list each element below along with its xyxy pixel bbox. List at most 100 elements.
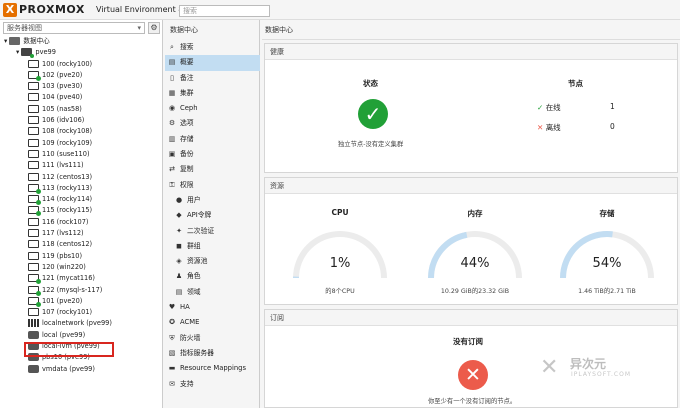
tree-item-label: 100 (rocky100) (42, 59, 93, 68)
nav-item[interactable]: ⌕ 搜索 (165, 40, 260, 55)
tree-item[interactable]: 100 (rocky100) (0, 59, 163, 70)
tree-item-label: localnetwork (pve99) (42, 319, 112, 328)
tree-item[interactable]: 104 (pve40) (0, 92, 163, 103)
tree-item[interactable]: 118 (centos12) (0, 239, 163, 250)
tree-item[interactable]: 102 (pve20) (0, 70, 163, 81)
tree-item-label: pve99 (35, 48, 56, 57)
tree-item[interactable]: 114 (rocky114) (0, 194, 163, 206)
offline-row: ✕ 离线 (537, 122, 561, 133)
nav-item[interactable]: ⚙ 选项 (165, 116, 260, 131)
tree-item[interactable]: 101 (pve20) (0, 296, 163, 307)
tree-item[interactable]: 113 (rocky113) (0, 183, 163, 194)
tree-item[interactable]: 107 (rocky101) (0, 307, 163, 318)
tree-item[interactable]: ▾ pve99 (0, 47, 163, 59)
tree-item-label: 112 (centos13) (42, 172, 93, 181)
ceph-icon: ◉ (168, 104, 176, 113)
book-icon: ▤ (168, 58, 176, 67)
online-count: 1 (610, 102, 615, 111)
nav-item[interactable]: ▤ 概要 (165, 55, 260, 71)
building-icon: ▤ (175, 287, 183, 296)
tree-item[interactable]: 120 (win220) (0, 262, 163, 273)
nav-item[interactable]: ▬ Resource Mappings (165, 361, 260, 376)
nav-item[interactable]: ◉ Ceph (165, 101, 260, 116)
nav-item-label: 指标服务器 (180, 348, 214, 357)
tree-item[interactable]: 119 (pbs10) (0, 251, 163, 262)
nav-item[interactable]: ▣ 备份 (165, 147, 260, 162)
tree-item[interactable]: 103 (pve30) (0, 81, 163, 92)
nav-item[interactable]: ▦ 集群 (165, 86, 260, 101)
gear-icon: ⚙ (168, 119, 176, 128)
group-icon: ◼ (176, 241, 182, 250)
tree-item[interactable]: 121 (mycat116) (0, 273, 163, 285)
chevron-down-icon: ▾ (137, 24, 141, 32)
view-select[interactable]: 服务器视图 ▾ (3, 22, 145, 34)
nav-item-label: Resource Mappings (180, 364, 247, 373)
gear-icon[interactable]: ⚙ (148, 22, 160, 34)
offline-label: 离线 (545, 123, 561, 132)
proxmox-x-icon: X (3, 2, 17, 17)
nav-item[interactable]: ◈ 资源池 (165, 254, 260, 269)
view-select-value: 服务器视图 (7, 24, 42, 32)
gauge-value: 44% (460, 256, 490, 271)
nav-list: ⌕ 搜索 ▤ 概要 ▯ 备注 ▦ 集群 ◉ Ceph ⚙ 选项 ▥ 存储 ▣ 备份 ⇄ 复制 ⚿ 权限 ● 用户 ◆ API令… (165, 40, 260, 392)
tree-item[interactable]: 117 (lvs112) (0, 228, 163, 239)
search-input[interactable]: 搜索 (179, 5, 270, 17)
nav-item[interactable]: ▧ 指标服务器 (165, 346, 260, 361)
vm-running-icon (28, 195, 41, 206)
tree-item[interactable]: 108 (rocky108) (0, 126, 163, 137)
nav-item[interactable]: ✦ 二次验证 (165, 224, 260, 239)
tree-item[interactable]: 112 (centos13) (0, 172, 163, 183)
resources-header: 资源 (265, 178, 677, 194)
nav-item-label: 角色 (187, 272, 201, 281)
tree-item[interactable]: local (pve99) (0, 330, 163, 341)
tree-item-label: 114 (rocky114) (42, 195, 93, 204)
online-label: 在线 (545, 103, 561, 112)
tree-item[interactable]: ▾ 数据中心 (0, 36, 163, 47)
nav-item[interactable]: ◼ 群组 (165, 239, 260, 254)
tree-item[interactable]: vmdata (pve99) (0, 364, 163, 375)
tree-item[interactable]: localnetwork (pve99) (0, 318, 163, 329)
gauge-title: CPU (331, 208, 349, 217)
nav-item[interactable]: ⚿ 权限 (165, 178, 260, 193)
gauge-title: 存储 (599, 209, 615, 218)
nav-item[interactable]: ♟ 角色 (165, 269, 260, 284)
nav-item-label: Ceph (180, 104, 198, 113)
tree-item[interactable]: 110 (suse110) (0, 149, 163, 160)
nav-item-label: 二次验证 (187, 226, 215, 235)
nav-item[interactable]: ♥ HA (165, 300, 260, 315)
nav-item[interactable]: ⇄ 复制 (165, 162, 260, 177)
nav-item[interactable]: ▥ 存储 (165, 132, 260, 147)
resources-card: 资源 CPU 1% 的8个CPU 内存 44% 10.29 GiB的23.32 GiB 存储… (264, 177, 678, 305)
vm-running-icon (28, 296, 41, 307)
tree-item-label: 110 (suse110) (42, 149, 90, 158)
nav-item[interactable]: ✉ 支持 (165, 377, 260, 392)
tree-item[interactable]: 109 (rocky109) (0, 138, 163, 149)
tree-item[interactable]: 105 (nas58) (0, 104, 163, 115)
online-row: ✓ 在线 (537, 102, 561, 113)
tree-item-label: 118 (centos12) (42, 240, 93, 249)
vm-stopped-icon (28, 240, 39, 249)
gauge-value: 54% (592, 256, 622, 271)
nav-item[interactable]: ● 用户 (165, 193, 260, 208)
tree-item[interactable]: 106 (idv106) (0, 115, 163, 126)
tree-item-label: local (pve99) (42, 330, 86, 339)
nav-item[interactable]: ◆ API令牌 (165, 208, 260, 223)
nav-item-label: HA (180, 303, 190, 312)
proxmox-logo[interactable]: X PROXMOX (3, 2, 85, 17)
folder-icon: ▬ (168, 364, 176, 373)
vm-running-icon (28, 183, 41, 194)
nav-item[interactable]: ▤ 领域 (165, 285, 260, 300)
nav-item[interactable]: ⛨ 防火墙 (165, 331, 260, 346)
tree-item[interactable]: 111 (lvs111) (0, 160, 163, 171)
network-icon (28, 319, 39, 328)
backup-icon: ▣ (168, 150, 176, 159)
vm-stopped-icon (28, 217, 39, 226)
nav-item[interactable]: ▯ 备注 (165, 71, 260, 86)
database-icon: ▥ (168, 134, 176, 143)
tree-item[interactable]: 115 (rocky115) (0, 205, 163, 217)
tree-item[interactable]: 116 (rock107) (0, 217, 163, 228)
tree-item[interactable]: 122 (mysql-s-117) (0, 285, 163, 296)
nodes-title: 节点 (568, 79, 583, 88)
vm-running-icon (28, 70, 41, 81)
nav-item[interactable]: ✪ ACME (165, 315, 260, 330)
